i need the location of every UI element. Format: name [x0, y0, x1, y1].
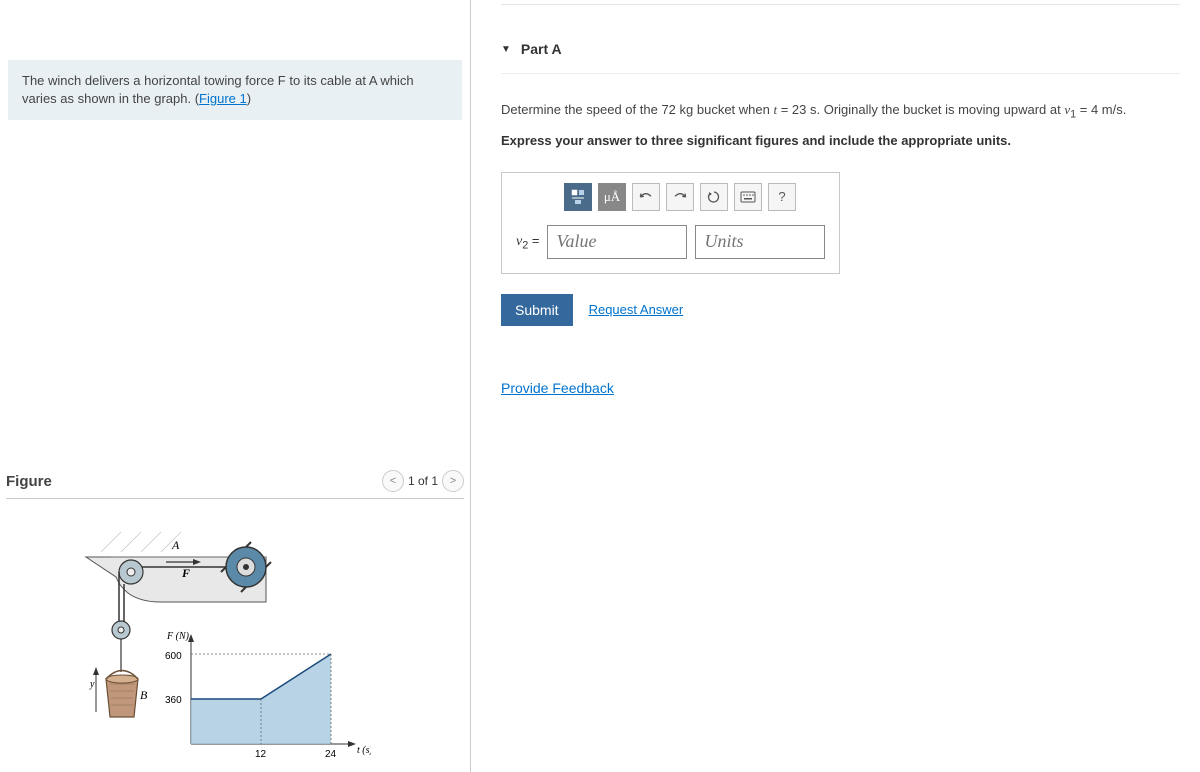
- figure-title: Figure: [6, 473, 52, 490]
- label-A: A: [171, 538, 180, 552]
- ytick-360: 360: [165, 695, 182, 706]
- fraction-template-button[interactable]: [564, 183, 592, 211]
- problem-text-after: ): [247, 91, 251, 106]
- answer-instruction: Express your answer to three significant…: [501, 133, 1180, 148]
- request-answer-link[interactable]: Request Answer: [589, 302, 684, 317]
- pager-label: 1 of 1: [408, 474, 438, 488]
- label-F: F: [181, 566, 190, 580]
- figure-link[interactable]: Figure 1: [199, 91, 247, 106]
- special-chars-button[interactable]: μÅ: [598, 183, 626, 211]
- force-time-graph: 600 360 12 24 F (N) t (s): [161, 629, 371, 769]
- problem-statement: The winch delivers a horizontal towing f…: [8, 60, 462, 120]
- question-text: Determine the speed of the 72 kg bucket …: [501, 100, 1180, 123]
- value-input[interactable]: [547, 225, 687, 259]
- collapse-caret-icon: ▼: [501, 44, 511, 55]
- figure-section: Figure < 1 of 1 >: [6, 470, 464, 757]
- answer-var-label: v2 =: [516, 233, 539, 252]
- xtick-24: 24: [325, 749, 337, 760]
- xlabel: t (s): [357, 745, 371, 756]
- redo-button[interactable]: [666, 183, 694, 211]
- label-B: B: [140, 688, 148, 702]
- ylabel: F (N): [166, 631, 190, 642]
- figure-diagram: y A F B: [66, 517, 406, 757]
- undo-button[interactable]: [632, 183, 660, 211]
- figure-pager: < 1 of 1 >: [382, 470, 464, 492]
- provide-feedback-link[interactable]: Provide Feedback: [501, 380, 614, 396]
- part-a-header[interactable]: ▼ Part A: [501, 4, 1180, 74]
- ytick-600: 600: [165, 651, 182, 662]
- part-title: Part A: [521, 41, 562, 57]
- xtick-12: 12: [255, 749, 267, 760]
- units-input[interactable]: [695, 225, 825, 259]
- reset-button[interactable]: [700, 183, 728, 211]
- keyboard-button[interactable]: [734, 183, 762, 211]
- help-button[interactable]: ?: [768, 183, 796, 211]
- svg-text:y: y: [89, 679, 95, 690]
- pager-next-button[interactable]: >: [442, 470, 464, 492]
- submit-button[interactable]: Submit: [501, 294, 573, 326]
- pager-prev-button[interactable]: <: [382, 470, 404, 492]
- answer-toolbar: μÅ ?: [564, 183, 825, 211]
- answer-box: μÅ ? v2 =: [501, 172, 840, 274]
